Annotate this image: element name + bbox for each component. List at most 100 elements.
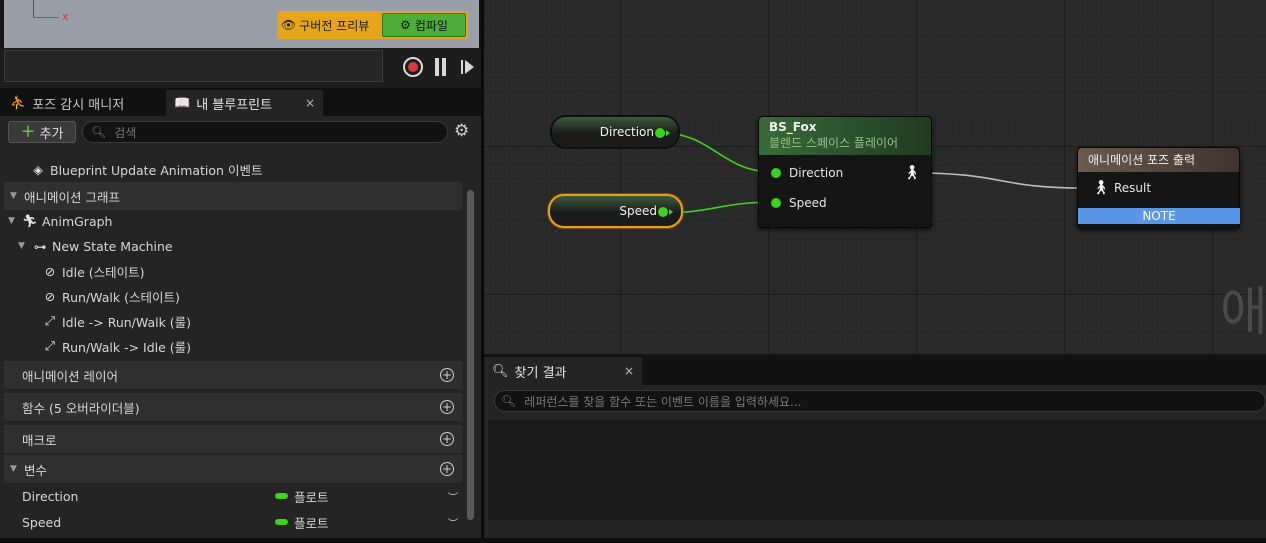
add-circle-icon[interactable]: + [440, 400, 454, 414]
category-anim-graph[interactable]: ▼ 애니메이션 그래프 [4, 182, 462, 210]
compile-button[interactable]: ⚙ 컴파일 [382, 13, 466, 37]
running-person-icon: 🏃︎ [22, 213, 38, 228]
node-label: Direction [599, 125, 654, 139]
variable-row[interactable]: Direction 플로트 ︶ [4, 485, 462, 507]
tree-item-rule[interactable]: ⤢ Idle -> Run/Walk (룰) [4, 310, 462, 332]
tab-pose-watch-manager[interactable]: ⛹ 포즈 감시 매니저 [2, 90, 160, 116]
pause-icon[interactable] [435, 58, 447, 76]
output-pose-pin[interactable]: 🚶︎ [903, 165, 921, 181]
x-axis-label: x [62, 10, 69, 23]
event-diamond-icon: ◈ [33, 161, 43, 177]
tree-item-label: Blueprint Update Animation 이벤트 [50, 162, 263, 178]
chevron-down-icon: ▼ [8, 216, 15, 226]
scrollbar[interactable] [467, 190, 474, 520]
search-icon: 🔍︎ [492, 363, 509, 379]
input-pin-result[interactable]: 🚶︎ Result [1092, 180, 1151, 196]
search-icon: 🔍︎ [91, 125, 107, 139]
state-icon: ⊘ [44, 288, 56, 304]
variable-type[interactable]: 플로트 [275, 513, 329, 532]
pin-label: Direction [789, 166, 844, 180]
tree-item-label: Idle -> Run/Walk (룰) [62, 314, 192, 330]
record-icon[interactable] [403, 57, 423, 77]
variable-type[interactable]: 플로트 [275, 487, 329, 506]
chevron-down-icon: ▼ [10, 464, 17, 474]
blendspace-player-node[interactable]: BS_Fox 블렌드 스페이스 플레이어 Direction Speed 🚶︎ [758, 116, 932, 228]
step-icon[interactable] [461, 59, 475, 75]
z-axis-line [33, 0, 34, 18]
search-placeholder: 검색 [114, 125, 137, 140]
node-header: 애니메이션 포즈 출력 [1078, 148, 1239, 172]
tree-item-label: AnimGraph [42, 213, 113, 229]
speed-variable-node[interactable]: Speed [548, 194, 683, 228]
graph-watermark: 애 [1220, 283, 1266, 343]
tab-label: 찾기 결과 [514, 365, 567, 381]
state-icon: ⊘ [44, 263, 56, 279]
close-icon[interactable]: × [624, 364, 634, 378]
closed-eye-icon[interactable]: ︶ [448, 515, 458, 530]
chevron-down-icon: ▼ [10, 191, 17, 201]
variable-row[interactable]: Speed 플로트 ︶ [4, 511, 462, 533]
float-pin-icon[interactable] [771, 168, 781, 178]
add-circle-icon[interactable]: + [440, 368, 454, 382]
tree-item-rule[interactable]: ⤢ Run/Walk -> Idle (룰) [4, 335, 462, 357]
eye-icon: 👁 [281, 18, 297, 32]
variable-name: Speed [22, 514, 62, 530]
find-search-input[interactable]: 🔍︎ 레퍼런스를 찾을 함수 또는 이벤트 이름을 입력하세요... [494, 390, 1266, 412]
tree-item-label: Run/Walk (스테이트) [62, 289, 180, 305]
node-subtitle: 블렌드 스페이스 플레이어 [769, 136, 899, 150]
variable-type-label: 플로트 [294, 489, 329, 505]
pin-label: Speed [789, 196, 827, 210]
direction-variable-node[interactable]: Direction [550, 115, 680, 149]
tree-item-label: Idle (스테이트) [62, 264, 145, 280]
float-pin-icon[interactable] [771, 198, 781, 208]
chevron-down-icon: ▼ [18, 241, 25, 251]
window-bottom-edge [0, 538, 1266, 543]
tab-label: 포즈 감시 매니저 [32, 97, 125, 113]
category-label: 매크로 [22, 432, 57, 448]
category-label: 함수 (5 오버라이더블) [22, 400, 140, 416]
closed-eye-icon[interactable]: ︶ [448, 489, 458, 504]
tab-label: 내 블루프린트 [196, 97, 273, 113]
tab-find-results[interactable]: 🔍︎ 찾기 결과 × [484, 357, 642, 385]
input-pin-direction[interactable]: Direction [771, 166, 843, 180]
category-variables[interactable]: ▼ 변수 + [4, 455, 462, 483]
category-label: 애니메이션 그래프 [24, 189, 120, 205]
find-placeholder: 레퍼런스를 찾을 함수 또는 이벤트 이름을 입력하세요... [524, 394, 802, 409]
tree-item-label: Run/Walk -> Idle (룰) [62, 339, 192, 355]
add-circle-icon[interactable]: + [440, 462, 454, 476]
node-label: Speed [619, 204, 657, 218]
plus-icon: + [20, 121, 36, 142]
tree-item-state-machine[interactable]: ▼ ⊶ New State Machine [4, 235, 462, 257]
add-circle-icon[interactable]: + [440, 432, 454, 446]
variable-name: Direction [22, 488, 79, 504]
category-functions[interactable]: 함수 (5 오버라이더블) + [4, 393, 462, 421]
gear-icon[interactable]: ⚙ [454, 122, 472, 140]
gear-icon: ⚙ [400, 18, 411, 32]
category-anim-layers[interactable]: 애니메이션 레이어 + [4, 361, 462, 389]
category-macros[interactable]: 매크로 + [4, 425, 462, 453]
pose-person-icon[interactable]: 🚶︎ [903, 165, 921, 181]
tree-item-animgraph[interactable]: ▼ 🏃︎ AnimGraph [4, 210, 462, 232]
add-button[interactable]: + 추가 [8, 121, 76, 143]
legacy-preview-button[interactable]: 👁 구버전 프리뷰 [281, 13, 379, 37]
search-icon: 🔍︎ [501, 394, 517, 408]
find-results-list [488, 420, 1266, 520]
pose-person-icon[interactable]: 🚶︎ [1092, 180, 1110, 196]
tree-item-state[interactable]: ⊘ Run/Walk (스테이트) [4, 285, 462, 307]
state-machine-icon: ⊶ [33, 238, 47, 254]
pin-label: Result [1114, 181, 1152, 195]
input-pin-speed[interactable]: Speed [771, 196, 827, 210]
tree-item-state[interactable]: ⊘ Idle (스테이트) [4, 260, 462, 282]
close-icon[interactable]: × [305, 96, 315, 110]
category-label: 변수 [24, 462, 48, 478]
float-type-pill-icon [275, 493, 288, 499]
search-input[interactable]: 🔍︎ 검색 [82, 121, 448, 143]
node-note-bar[interactable]: NOTE [1078, 208, 1240, 224]
output-pin[interactable] [655, 128, 670, 138]
compile-label: 컴파일 [414, 18, 448, 33]
tree-item-event[interactable]: ◈ Blueprint Update Animation 이벤트 [4, 158, 462, 180]
output-pin[interactable] [658, 207, 673, 217]
category-label: 애니메이션 레이어 [22, 368, 118, 384]
debug-object-field[interactable] [4, 50, 383, 82]
tab-my-blueprint[interactable]: 📖 내 블루프린트 × [166, 90, 323, 116]
